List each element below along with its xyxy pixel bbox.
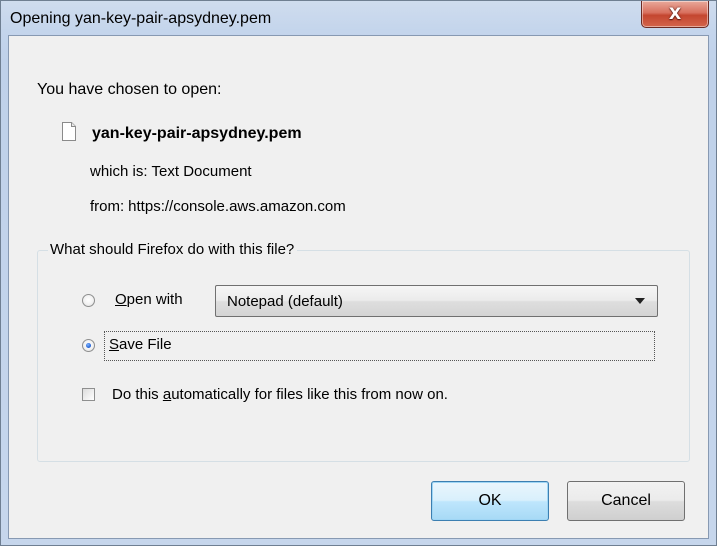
text-file-icon: [62, 122, 76, 141]
file-name: yan-key-pair-apsydney.pem: [92, 125, 302, 142]
save-file-focus-rect: [104, 331, 655, 361]
auto-action-checkbox[interactable]: [82, 388, 95, 401]
dropdown-arrow-icon: [635, 298, 645, 304]
save-file-label-text: ave File: [119, 336, 172, 353]
open-with-radio[interactable]: [82, 294, 95, 307]
file-source-row: from: https://console.aws.amazon.com: [90, 198, 346, 215]
file-source-value: https://console.aws.amazon.com: [128, 198, 346, 215]
open-with-label-text: pen with: [126, 291, 183, 308]
ok-button[interactable]: OK: [431, 481, 549, 521]
application-select-value: Notepad (default): [227, 293, 343, 310]
title-bar[interactable]: Opening yan-key-pair-apsydney.pem X: [1, 1, 716, 35]
auto-action-mnemonic: a: [162, 386, 172, 403]
auto-action-text-after: utomatically for files like this from no…: [171, 386, 448, 403]
file-type-row: which is: Text Document: [90, 163, 252, 180]
cancel-button[interactable]: Cancel: [567, 481, 685, 521]
save-file-mnemonic: S: [109, 336, 120, 353]
from-label: from:: [90, 198, 125, 215]
save-file-label[interactable]: Save File: [109, 336, 172, 353]
close-button[interactable]: X: [641, 1, 709, 28]
close-x-icon: X: [668, 4, 682, 23]
save-file-radio[interactable]: [82, 339, 95, 352]
open-with-label[interactable]: Open with: [115, 291, 183, 308]
auto-action-text-before: Do this: [112, 386, 163, 403]
action-group-legend: What should Firefox do with this file?: [48, 241, 298, 258]
window-title: Opening yan-key-pair-apsydney.pem: [10, 10, 272, 27]
file-type-value: Text Document: [151, 163, 252, 180]
open-heading: You have chosen to open:: [37, 81, 222, 98]
which-is-label: which is:: [90, 163, 148, 180]
open-with-mnemonic: O: [115, 291, 127, 308]
application-select[interactable]: Notepad (default): [215, 285, 658, 317]
auto-action-label[interactable]: Do this automatically for files like thi…: [112, 386, 448, 403]
